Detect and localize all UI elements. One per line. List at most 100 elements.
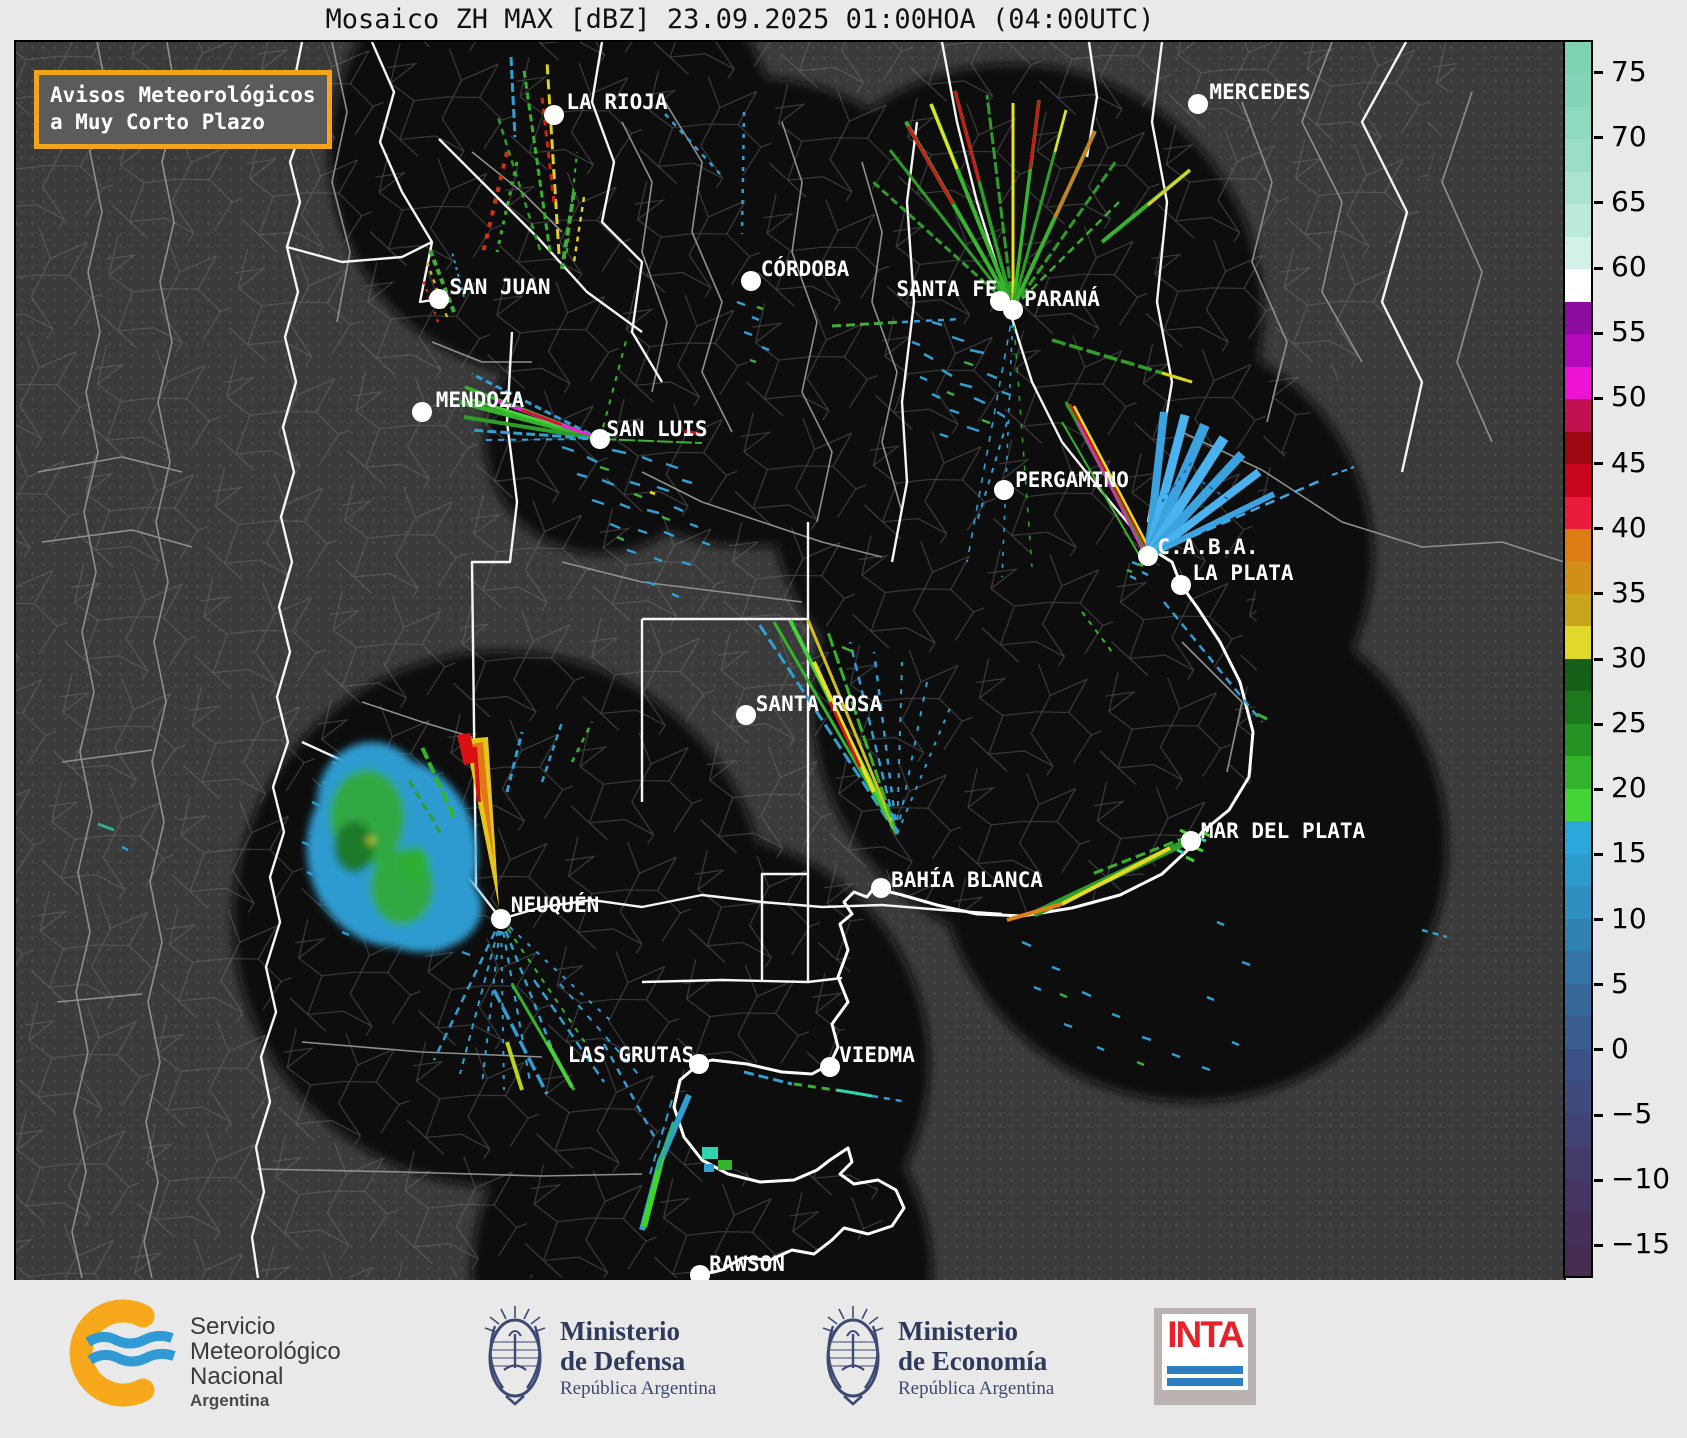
colorbar-ticklabel-50: 50: [1611, 380, 1647, 414]
city-dot-san-juan: [429, 289, 449, 309]
colorbar-tickmark-30: [1594, 657, 1603, 661]
colorbar-band-15: [1565, 529, 1591, 562]
city-dot-viedma: [820, 1057, 840, 1077]
colorbar-ticklabel--5: −5: [1611, 1096, 1653, 1130]
city-label-c-a-b-a-: C.A.B.A.: [1157, 535, 1258, 559]
city-dot-c-a-b-a-: [1138, 546, 1158, 566]
economia-sub: República Argentina: [898, 1378, 1055, 1399]
coat-of-arms-icon: [822, 1306, 884, 1406]
city-label-pergamino: PERGAMINO: [1015, 468, 1129, 492]
smn-line3: Nacional: [190, 1363, 283, 1390]
colorbar-tickmark-55: [1594, 331, 1603, 335]
economia-line2: de Economía: [898, 1346, 1048, 1376]
defensa-line1: Ministerio: [560, 1316, 680, 1346]
warning-line-2: a Muy Corto Plazo: [50, 110, 265, 135]
city-label-bah-a-blanca: BAHÍA BLANCA: [891, 867, 1043, 892]
economia-line1: Ministerio: [898, 1316, 1018, 1346]
city-label-paran-: PARANÁ: [1024, 286, 1100, 311]
colorbar-band-33: [1565, 1113, 1591, 1146]
city-label-viedma: VIEDMA: [839, 1043, 915, 1067]
smn-country: Argentina: [190, 1391, 270, 1410]
colorbar-tickmark--5: [1594, 1113, 1603, 1117]
radar-map: Avisos Meteorológicos a Muy Corto Plazo: [14, 40, 1566, 1282]
colorbar-tickmark-75: [1594, 71, 1603, 75]
colorbar-band-11: [1565, 399, 1591, 432]
defensa-sub: República Argentina: [560, 1378, 717, 1399]
colorbar-tickmark-15: [1594, 852, 1603, 856]
city-dot-la-plata: [1171, 575, 1191, 595]
city-dot-neuqu-n: [491, 909, 511, 929]
inta-bar-2: [1167, 1378, 1243, 1386]
footer-logos: Servicio Meteorológico Nacional Argentin…: [0, 1280, 1687, 1438]
colorbar-tickmark-65: [1594, 201, 1603, 205]
defensa-line2: de Defensa: [560, 1346, 686, 1376]
colorbar-band-6: [1565, 236, 1591, 270]
colorbar-band-19: [1565, 658, 1591, 692]
city-label-mendoza: MENDOZA: [436, 388, 525, 412]
colorbar-tickmark-40: [1594, 527, 1603, 531]
inta-inner-card: INTA: [1162, 1314, 1248, 1390]
warning-line-1: Avisos Meteorológicos: [50, 83, 316, 107]
city-label-santa-rosa: SANTA ROSA: [756, 692, 883, 716]
colorbar-band-8: [1565, 301, 1591, 335]
smn-logo: Servicio Meteorológico Nacional Argentin…: [69, 1299, 341, 1410]
page-title: Mosaico ZH MAX [dBZ] 23.09.2025 01:00HOA…: [325, 4, 1155, 35]
colorbar-ticklabel--10: −10: [1611, 1162, 1671, 1196]
colorbar-tickmark-10: [1594, 918, 1603, 922]
colorbar-band-23: [1565, 788, 1591, 822]
defensa-logo: Ministerio de Defensa República Argentin…: [484, 1306, 717, 1406]
colorbar-tickmark-60: [1594, 266, 1603, 270]
colorbar-band-24: [1565, 821, 1591, 854]
city-label-c-rdoba: CÓRDOBA: [761, 256, 850, 281]
radar-mosaic-page: Mosaico ZH MAX [dBZ] 23.09.2025 01:00HOA…: [0, 0, 1687, 1438]
colorbar-band-34: [1565, 1145, 1591, 1179]
economia-logo: Ministerio de Economía República Argenti…: [822, 1306, 1055, 1406]
city-label-la-rioja: LA RIOJA: [566, 90, 668, 114]
colorbar-ticklabel-5: 5: [1611, 966, 1629, 1000]
city-dot-paran-: [1003, 300, 1023, 320]
city-dot-mar-del-plata: [1181, 831, 1201, 851]
colorbar-ticklabel-70: 70: [1611, 119, 1647, 153]
colorbar-band-10: [1565, 366, 1591, 400]
city-dot-mercedes: [1188, 94, 1208, 114]
smn-line1: Servicio: [190, 1313, 275, 1340]
colorbar-band-35: [1565, 1178, 1591, 1211]
colorbar-ticklabel-0: 0: [1611, 1031, 1629, 1065]
colorbar-band-4: [1565, 171, 1591, 205]
colorbar-band-26: [1565, 886, 1591, 919]
colorbar-ticklabel-25: 25: [1611, 706, 1647, 740]
city-dot-bah-a-blanca: [871, 878, 891, 898]
colorbar-ticklabel-60: 60: [1611, 249, 1647, 283]
smn-line2: Meteorológico: [190, 1338, 341, 1365]
colorbar-band-37: [1565, 1243, 1591, 1276]
colorbar-tickmark-20: [1594, 787, 1603, 791]
colorbar-band-16: [1565, 561, 1591, 594]
colorbar-tickmark-50: [1594, 396, 1603, 400]
colorbar-ticklabel-65: 65: [1611, 184, 1647, 218]
colorbar-ticklabel--15: −15: [1611, 1227, 1671, 1261]
colorbar-band-13: [1565, 464, 1591, 497]
colorbar-bands: [1565, 42, 1591, 1276]
colorbar-tickmark-25: [1594, 722, 1603, 726]
city-label-neuqu-n: NEUQUÉN: [511, 892, 600, 917]
colorbar-tickmark-35: [1594, 592, 1603, 596]
city-dot-santa-rosa: [736, 705, 756, 725]
colorbar-ticklabel-30: 30: [1611, 640, 1647, 674]
inta-logo: INTA: [1154, 1308, 1256, 1405]
city-dot-c-rdoba: [741, 271, 761, 291]
colorbar-tickmark-45: [1594, 462, 1603, 466]
colorbar-band-36: [1565, 1210, 1591, 1244]
colorbar-band-32: [1565, 1081, 1591, 1114]
dbz-colorbar: [1563, 40, 1593, 1278]
colorbar-band-7: [1565, 269, 1591, 302]
colorbar-tickmark-5: [1594, 983, 1603, 987]
inta-bar-1: [1167, 1366, 1243, 1374]
inta-wordmark: INTA: [1167, 1314, 1245, 1355]
colorbar-band-9: [1565, 334, 1591, 367]
city-dot-la-rioja: [544, 105, 564, 125]
colorbar-band-3: [1565, 139, 1591, 172]
city-label-san-juan: SAN JUAN: [449, 275, 550, 299]
colorbar-band-29: [1565, 983, 1591, 1017]
colorbar-ticklabel-10: 10: [1611, 901, 1647, 935]
colorbar-band-0: [1565, 42, 1591, 75]
